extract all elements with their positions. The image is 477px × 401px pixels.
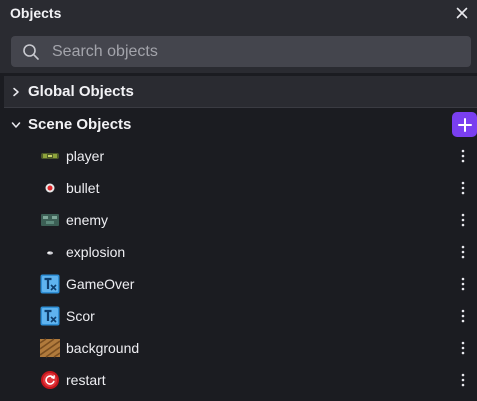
global-objects-label: Global Objects xyxy=(28,83,134,100)
objects-panel-header: Objects xyxy=(0,0,477,28)
text-object-icon xyxy=(40,306,60,326)
object-name: restart xyxy=(66,372,106,388)
object-row-enemy[interactable]: enemy xyxy=(0,204,477,236)
panel-title: Objects xyxy=(10,5,62,21)
object-row-gameover[interactable]: GameOver xyxy=(0,268,477,300)
close-icon xyxy=(456,7,468,19)
chevron-down-icon xyxy=(8,117,24,133)
global-objects-section[interactable]: Global Objects xyxy=(4,76,477,107)
divider xyxy=(4,107,477,108)
more-options-icon[interactable] xyxy=(457,242,469,262)
more-options-icon[interactable] xyxy=(457,210,469,230)
scene-objects-label: Scene Objects xyxy=(28,116,132,133)
object-name: GameOver xyxy=(66,276,135,292)
object-name: Scor xyxy=(66,308,95,324)
search-input[interactable] xyxy=(52,42,432,61)
object-row-explosion[interactable]: explosion xyxy=(0,236,477,268)
object-name: enemy xyxy=(66,212,109,228)
object-row-player[interactable]: player xyxy=(0,140,477,172)
object-name: background xyxy=(66,340,140,356)
more-options-icon[interactable] xyxy=(457,274,469,294)
object-name: explosion xyxy=(66,244,126,260)
text-object-icon xyxy=(40,274,60,294)
close-button[interactable] xyxy=(451,2,473,24)
object-row-restart[interactable]: restart xyxy=(0,364,477,396)
more-options-icon[interactable] xyxy=(457,338,469,358)
object-row-background[interactable]: background xyxy=(0,332,477,364)
search-box[interactable] xyxy=(11,36,471,67)
plus-icon xyxy=(457,117,472,132)
explosion-sprite-icon xyxy=(40,242,60,262)
object-name: bullet xyxy=(66,180,100,196)
more-options-icon[interactable] xyxy=(457,306,469,326)
object-row-scor[interactable]: Scor xyxy=(0,300,477,332)
more-options-icon[interactable] xyxy=(457,370,469,390)
search-bar-container xyxy=(0,28,477,73)
restart-button-icon xyxy=(40,370,60,390)
object-row-bullet[interactable]: bullet xyxy=(0,172,477,204)
bullet-sprite-icon xyxy=(40,178,60,198)
chevron-right-icon xyxy=(8,84,24,100)
enemy-sprite-icon xyxy=(40,210,60,230)
object-name: player xyxy=(66,148,105,164)
more-options-icon[interactable] xyxy=(457,178,469,198)
more-options-icon[interactable] xyxy=(457,146,469,166)
search-icon xyxy=(22,43,40,61)
player-sprite-icon xyxy=(40,146,60,166)
add-object-button[interactable] xyxy=(452,112,477,137)
tiled-sprite-icon xyxy=(39,338,61,358)
scene-objects-section[interactable]: Scene Objects xyxy=(4,109,477,140)
